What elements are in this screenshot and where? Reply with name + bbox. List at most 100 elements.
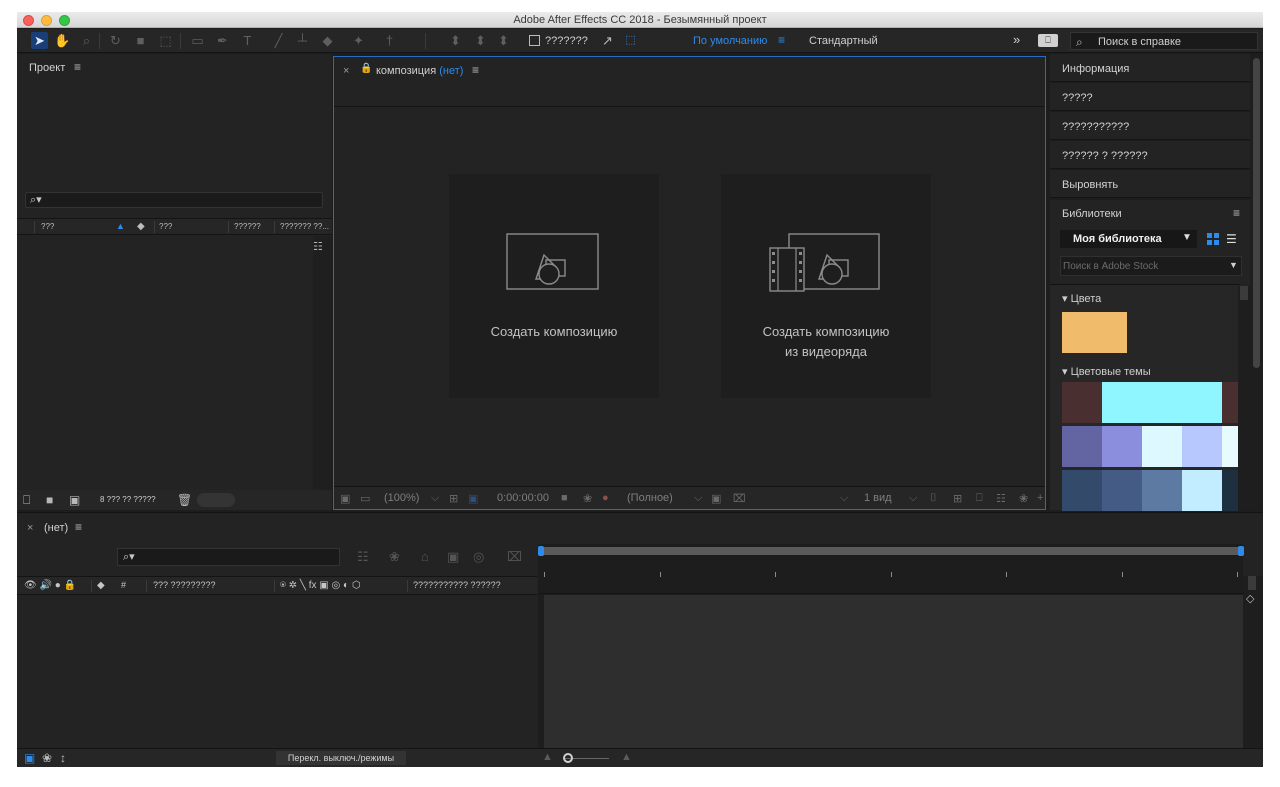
source-name-column[interactable]: ??? ????????? [153,580,216,590]
comp-flowchart-icon[interactable]: ☷ [357,549,369,565]
right-column-scrollbar[interactable] [1250,54,1263,510]
label-tag-icon[interactable]: ◆ [97,580,105,591]
color-theme[interactable] [1062,470,1238,511]
reset-exposure-icon[interactable]: ❀ [1019,492,1028,505]
zoom-slider-knob[interactable] [563,753,573,763]
flowchart-icon[interactable]: ☷ [313,240,323,253]
current-time-display[interactable]: 0:00:00:00 [497,492,549,504]
switches-icons[interactable]: ⍟ ✲ ╲ fx ▣ ◎ ◐ ⬡ [280,580,361,591]
zoom-out-icon[interactable]: ▲ [542,751,553,763]
pan-behind-tool-icon[interactable]: ⬚ [157,32,174,49]
align-panel-tab[interactable]: Выровнять [1050,170,1250,198]
column-size[interactable]: ?????? [234,222,261,231]
chevron-down-icon[interactable]: ⌵ [909,492,917,505]
monitor-icon[interactable]: ▭ [360,492,370,505]
toggle-switches-modes-button[interactable]: Перекл. выключ./режимы [276,751,406,765]
effects-panel-tab[interactable]: ?????? ? ?????? [1050,141,1250,169]
transparency-grid-icon[interactable]: ⌧ [733,492,746,505]
color-theme[interactable] [1062,426,1238,467]
project-items-list[interactable] [17,236,313,490]
toggle-pixel-aspect-icon[interactable]: ⌷ [930,492,937,505]
more-workspaces-icon[interactable]: » [1013,32,1020,47]
workspace-default[interactable]: По умолчанию [693,35,767,47]
timeline-track-area[interactable] [544,595,1243,749]
timeline-icon[interactable]: ⎕ [976,492,983,505]
views-layout-dropdown[interactable]: 1 вид [864,492,892,504]
timeline-search-input[interactable]: ⌕▾ [117,548,340,566]
brush-tool-icon[interactable]: ╱ [270,32,287,49]
close-icon[interactable]: × [27,522,33,534]
shy-layers-icon[interactable]: ⌂ [421,549,429,564]
workspace-menu-icon[interactable]: ≡ [778,33,785,47]
timeline-tab[interactable]: (нет) [44,522,68,534]
type-tool-icon[interactable]: T [239,32,256,49]
puppet-pin-tool-icon[interactable]: † [381,32,398,49]
new-composition-from-footage-button[interactable]: Создать композицию из видеоряда [721,174,931,398]
region-of-interest-icon[interactable]: ▣ [468,492,478,505]
project-search-input[interactable]: ⌕▾ [25,192,323,208]
modes-pane-icon[interactable]: ❀ [42,751,52,765]
av-features-icons[interactable]: 👁 🔊 ● 🔒 [24,580,76,591]
new-folder-icon[interactable]: ■ [46,493,53,507]
rectangle-tool-icon[interactable]: ▭ [189,32,206,49]
bit-depth-label[interactable]: 8 ??? ?? ????? [100,495,156,504]
zoom-tool-icon[interactable]: ⌕ [78,32,95,49]
motion-blur-icon[interactable]: ◎ [473,549,484,565]
close-icon[interactable]: × [343,65,349,77]
library-scrollbar[interactable] [1238,286,1250,510]
scroll-thumb[interactable] [1248,576,1256,590]
world-axis-icon[interactable]: ⬍ [472,32,489,49]
snap-checkbox[interactable] [529,35,540,46]
chevron-down-icon[interactable]: ⌵ [431,492,439,505]
clone-stamp-tool-icon[interactable]: ┴ [294,32,311,49]
flowchart-icon[interactable]: ☷ [996,492,1006,505]
scroll-thumb[interactable] [1240,286,1248,300]
workspace-standard[interactable]: Стандартный [809,35,878,47]
keyframe-icon[interactable]: ◇ [1246,592,1254,605]
help-search-input[interactable]: Поиск в справке [1098,36,1181,48]
frame-blending-icon[interactable]: ▣ [447,549,459,565]
zoom-in-icon[interactable]: ▲ [621,751,632,763]
scroll-thumb[interactable] [1253,58,1260,368]
trash-icon[interactable]: 🗑 [177,493,192,507]
snap-target-icon[interactable]: ⬚ [622,32,639,49]
layer-switches-pane-icon[interactable]: ▣ [24,751,35,765]
parent-link-column[interactable]: ??????????? ?????? [413,580,501,590]
new-composition-button[interactable]: Создать композицию [449,174,659,398]
preview-panel-tab[interactable]: ??????????? [1050,112,1250,140]
chevron-down-icon[interactable]: ▼ [1229,260,1238,270]
show-snapshot-icon[interactable]: ❀ [583,492,592,505]
column-name[interactable]: ??? [41,222,54,231]
pen-tool-icon[interactable]: ✒ [214,32,231,49]
add-icon[interactable]: + [1037,492,1043,504]
grid-view-icon[interactable] [1207,233,1219,245]
time-navigator[interactable] [538,546,1244,556]
composition-menu-icon[interactable]: ≡ [472,63,479,77]
roto-brush-tool-icon[interactable]: ✦ [350,32,367,49]
help-search[interactable]: ⌕ Поиск в справке [1070,32,1258,50]
color-swatch[interactable] [1062,312,1127,353]
project-menu-icon[interactable]: ≡ [74,60,81,74]
navigator-start-handle[interactable] [538,546,544,556]
thumbnail-slider[interactable] [197,493,235,507]
sort-up-icon[interactable]: ▲ [116,221,125,231]
timeline-menu-icon[interactable]: ≡ [75,520,82,534]
magnification-dropdown[interactable]: (100%) [384,492,419,504]
sync-settings-icon[interactable]: ⎕ [1038,34,1058,47]
always-preview-icon[interactable]: ▣ [340,492,350,505]
timeline-scrollbar[interactable]: ◇ [1243,576,1263,749]
project-panel-title[interactable]: Проект [29,62,65,74]
rotate-tool-icon[interactable]: ↻ [107,32,124,49]
layer-number-column[interactable]: # [121,580,126,590]
label-tag-icon[interactable]: ◆ [137,221,145,232]
libraries-menu-icon[interactable]: ≡ [1233,206,1240,220]
new-composition-icon[interactable]: ▣ [69,493,80,507]
time-ruler[interactable] [538,558,1243,594]
color-themes-section-header[interactable]: ▾ Цветовые темы [1062,365,1151,378]
audio-panel-tab[interactable]: ????? [1050,83,1250,111]
camera-tool-icon[interactable]: ■ [132,32,149,49]
hand-tool-icon[interactable]: ✋ [54,32,71,49]
column-frame-rate[interactable]: ??????? ??... [280,222,329,231]
snap-feather-icon[interactable]: ↗ [599,32,616,49]
eraser-tool-icon[interactable]: ◆ [319,32,336,49]
